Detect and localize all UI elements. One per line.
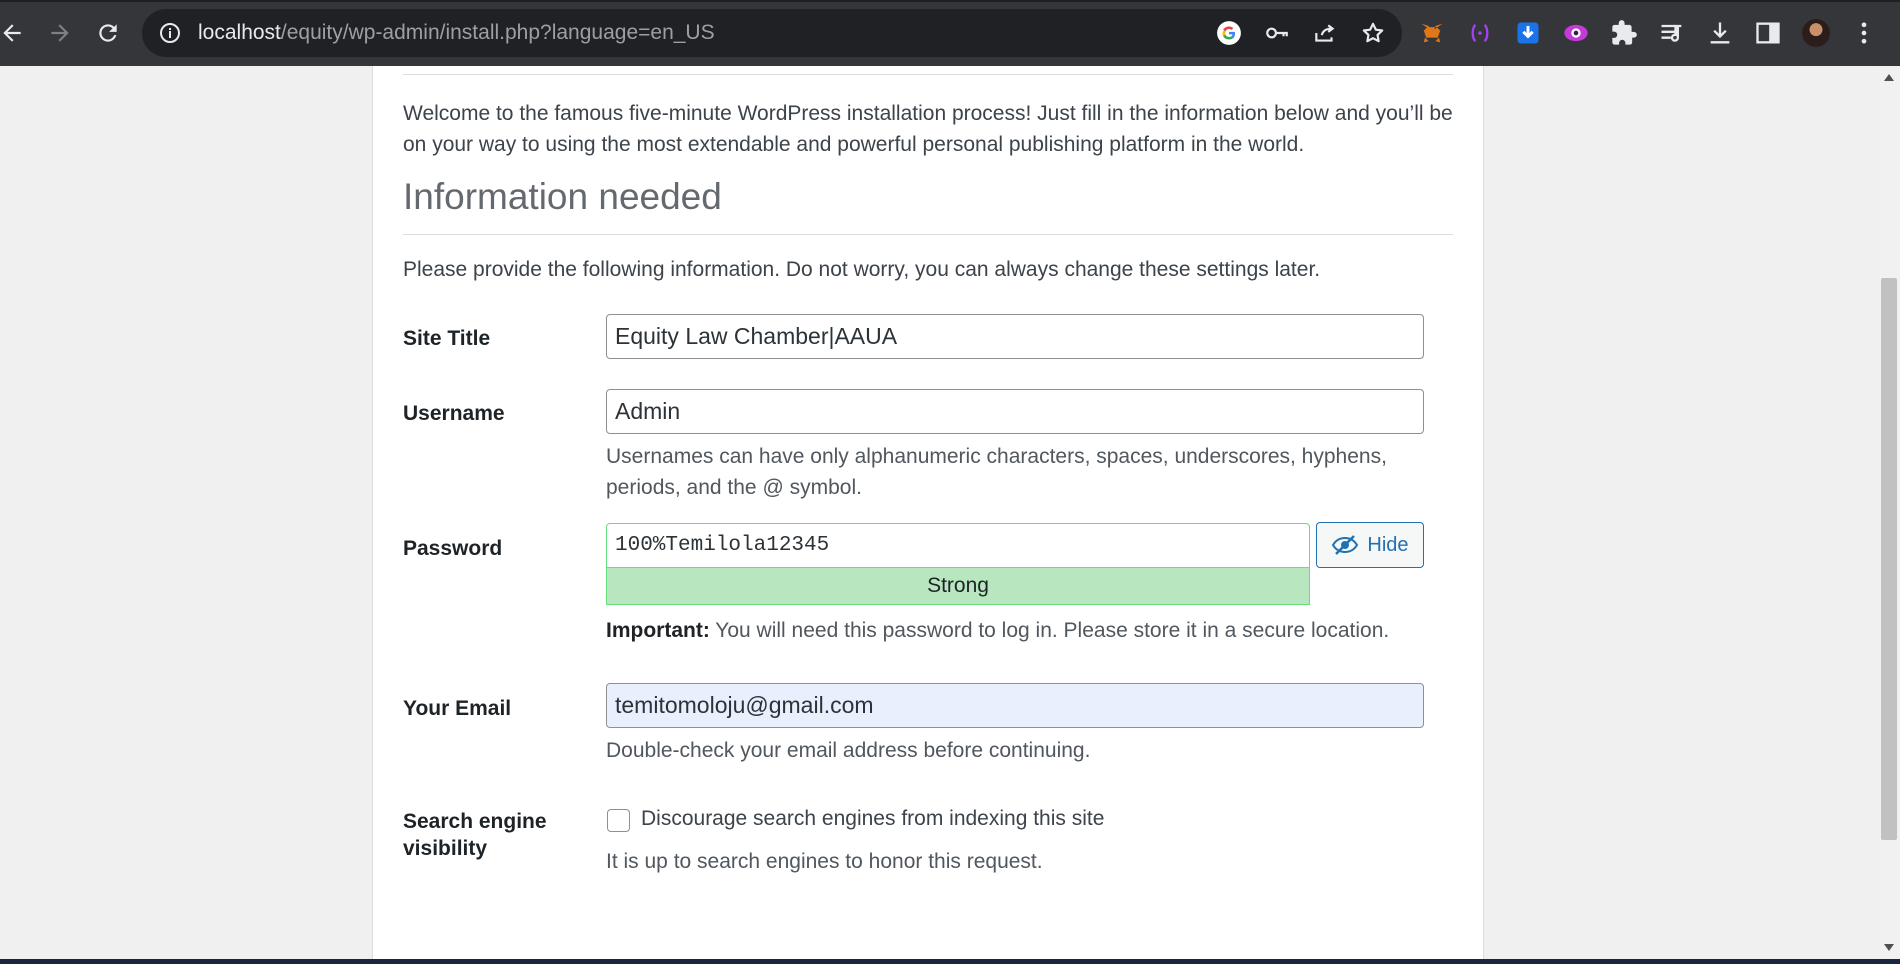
reload-button[interactable]	[84, 9, 132, 57]
arrow-left-icon	[3, 24, 21, 42]
discourage-search-label[interactable]: Discourage search engines from indexing …	[641, 807, 1104, 831]
email-input[interactable]: temitomoloju@gmail.com	[606, 683, 1424, 728]
site-title-label: Site Title	[403, 327, 491, 350]
star-icon[interactable]	[1360, 20, 1386, 46]
search-engine-hint: It is up to search engines to honor this…	[606, 850, 1043, 873]
install-card: Welcome to the famous five-minute WordPr…	[372, 66, 1484, 959]
google-icon[interactable]	[1216, 20, 1242, 46]
scrollbar-thumb[interactable]	[1881, 278, 1897, 840]
page-viewport: Welcome to the famous five-minute WordPr…	[0, 66, 1878, 959]
discourage-search-checkbox[interactable]	[607, 809, 630, 832]
instructions-text: Please provide the following information…	[403, 258, 1321, 281]
taskbar-edge	[0, 959, 1900, 964]
welcome-text: Welcome to the famous five-minute WordPr…	[403, 102, 1453, 156]
downloads-icon[interactable]	[1706, 19, 1734, 47]
download-extension-icon[interactable]	[1514, 19, 1542, 47]
important-label: Important:	[606, 619, 710, 642]
profile-avatar[interactable]	[1802, 19, 1830, 47]
address-bar[interactable]: localhost/equity/wp-admin/install.php?la…	[142, 9, 1402, 57]
section-heading: Information needed	[403, 176, 722, 217]
share-icon[interactable]	[1312, 20, 1338, 46]
metamask-extension-icon[interactable]	[1418, 19, 1446, 47]
forward-button[interactable]	[36, 9, 84, 57]
scroll-up-arrow-icon[interactable]	[1884, 74, 1894, 81]
side-panel-icon[interactable]	[1754, 19, 1782, 47]
username-hint: Usernames can have only alphanumeric cha…	[606, 445, 1387, 499]
eye-extension-icon[interactable]	[1562, 19, 1590, 47]
brackets-extension-icon[interactable]	[1466, 19, 1494, 47]
important-text: You will need this password to log in. P…	[709, 619, 1390, 642]
hide-password-button[interactable]: Hide	[1316, 522, 1424, 568]
divider	[403, 234, 1453, 235]
divider	[403, 74, 1453, 75]
back-button[interactable]	[0, 9, 36, 57]
extensions-puzzle-icon[interactable]	[1610, 19, 1638, 47]
search-engine-label: Search engine visibility	[403, 810, 547, 860]
password-label: Password	[403, 537, 503, 560]
password-input[interactable]: 100%Temilola12345	[606, 523, 1310, 568]
browser-toolbar: localhost/equity/wp-admin/install.php?la…	[0, 0, 1900, 66]
username-label: Username	[403, 402, 505, 425]
password-strength-meter: Strong	[606, 567, 1310, 605]
email-hint: Double-check your email address before c…	[606, 739, 1091, 762]
reload-icon	[99, 24, 117, 42]
arrow-right-icon	[51, 24, 69, 42]
page-scrollbar[interactable]	[1878, 66, 1900, 959]
site-title-input[interactable]: Equity Law Chamber|AAUA	[606, 314, 1424, 359]
username-input[interactable]: Admin	[606, 389, 1424, 434]
browser-menu-icon[interactable]	[1850, 19, 1878, 47]
url-text[interactable]: localhost/equity/wp-admin/install.php?la…	[198, 21, 715, 45]
email-label: Your Email	[403, 697, 512, 720]
key-icon[interactable]	[1264, 20, 1290, 46]
media-queue-icon[interactable]	[1658, 19, 1686, 47]
hide-button-label: Hide	[1367, 533, 1409, 556]
info-icon[interactable]	[158, 21, 182, 45]
password-important-note: Important: You will need this password t…	[606, 615, 1466, 646]
scroll-down-arrow-icon[interactable]	[1884, 944, 1894, 951]
eye-slash-icon	[1332, 535, 1359, 555]
